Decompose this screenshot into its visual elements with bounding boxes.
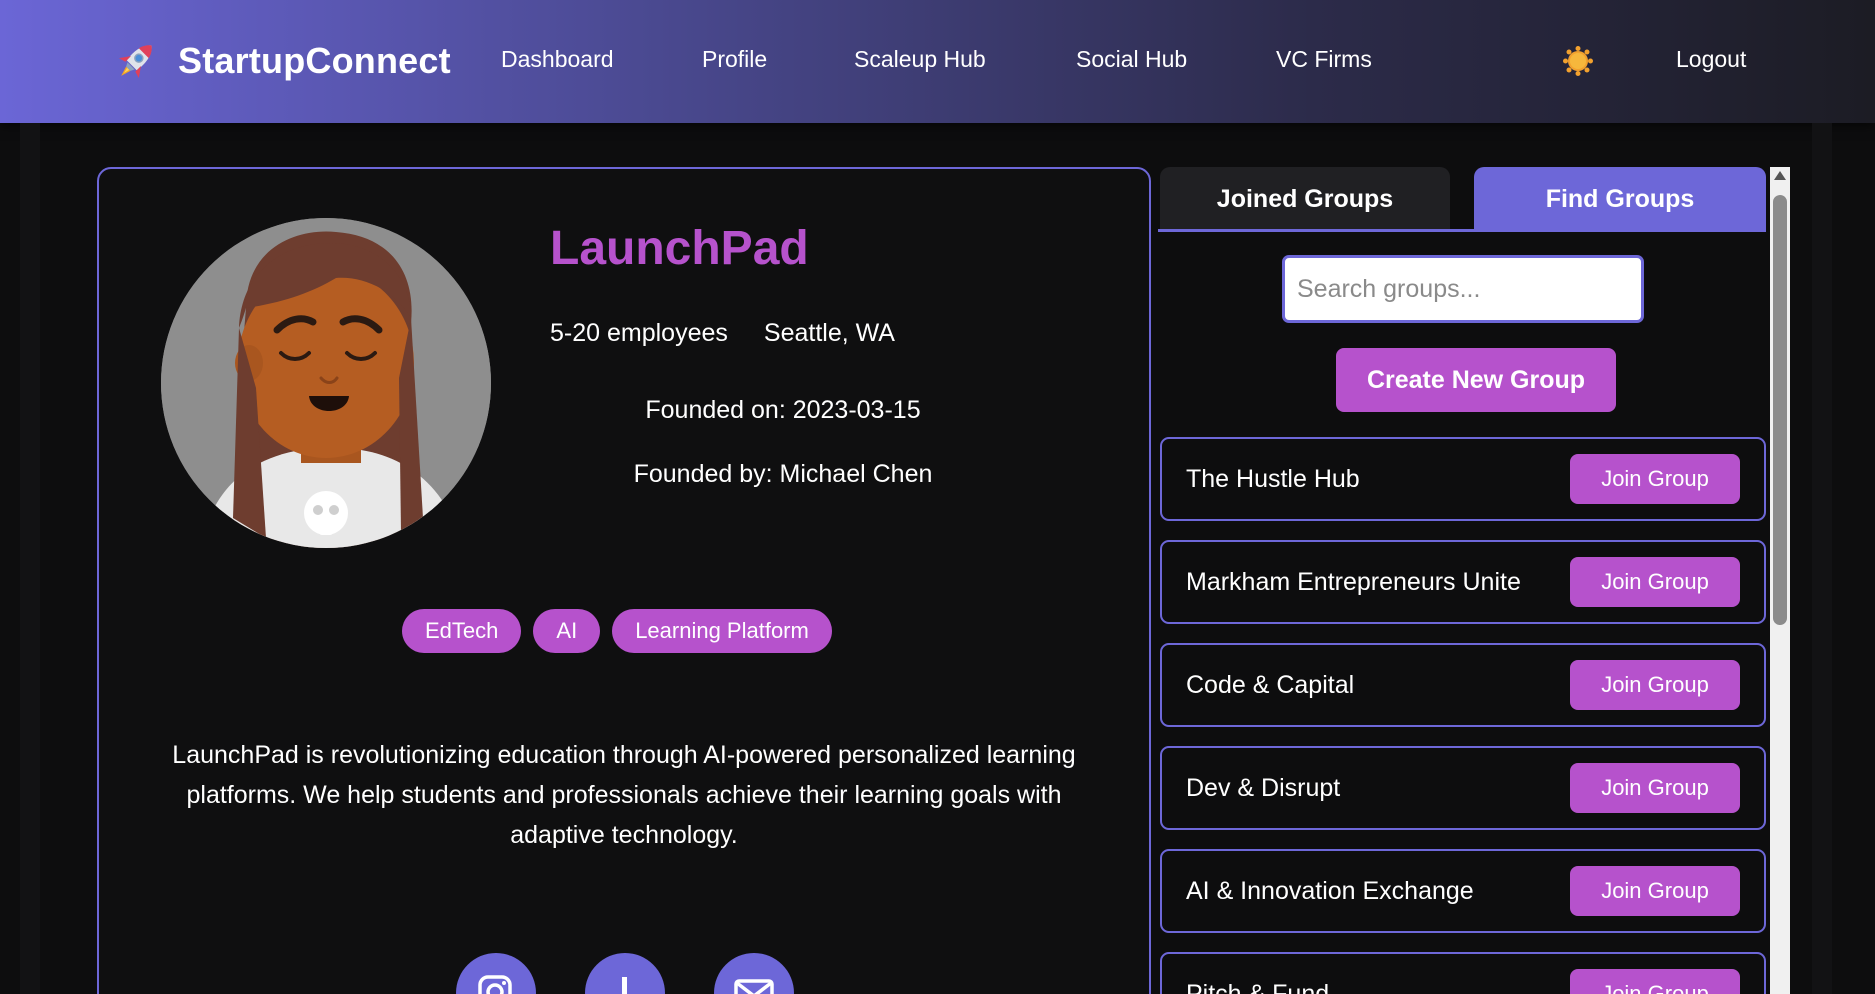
founder-name: Founded by: Michael Chen	[633, 460, 933, 488]
join-group-button[interactable]: Join Group	[1570, 866, 1740, 916]
group-name: Dev & Disrupt	[1186, 774, 1341, 802]
join-group-button[interactable]: Join Group	[1570, 557, 1740, 607]
group-row: Dev & Disrupt Join Group	[1160, 746, 1766, 830]
nav-link-dashboard[interactable]: Dashboard	[501, 46, 614, 73]
nav-link-social-hub[interactable]: Social Hub	[1076, 46, 1187, 73]
scroll-up-arrow-icon[interactable]	[1774, 171, 1786, 180]
groups-scrollbar[interactable]	[1770, 167, 1790, 994]
search-groups-input[interactable]	[1282, 255, 1644, 323]
tab-underline	[1158, 229, 1766, 232]
page-stripe	[1812, 123, 1832, 994]
sun-icon[interactable]	[1562, 45, 1594, 77]
linkedin-button[interactable]	[585, 953, 665, 994]
tab-find-groups[interactable]: Find Groups	[1474, 167, 1766, 231]
founded-date: Founded on: 2023-03-15	[645, 396, 921, 424]
instagram-button[interactable]	[456, 953, 536, 994]
group-name: Code & Capital	[1186, 671, 1355, 699]
employee-count: 5-20 employees	[550, 319, 728, 347]
brand[interactable]: StartupConnect	[110, 36, 451, 86]
groups-panel: Joined Groups Find Groups Create New Gro…	[1158, 167, 1790, 994]
logout-link[interactable]: Logout	[1676, 46, 1746, 73]
rocket-icon	[119, 45, 152, 78]
group-name: Pitch & Fund	[1186, 980, 1330, 994]
tag-edtech: EdTech	[402, 609, 522, 653]
company-avatar	[161, 218, 491, 548]
group-row: Pitch & Fund Join Group	[1160, 952, 1766, 994]
group-row: Code & Capital Join Group	[1160, 643, 1766, 727]
industry-tags: EdTech AI Learning Platform	[402, 609, 832, 653]
join-group-button[interactable]: Join Group	[1570, 454, 1740, 504]
nav-link-vc-firms[interactable]: VC Firms	[1276, 46, 1372, 73]
scrollbar-thumb[interactable]	[1773, 195, 1787, 625]
join-group-button[interactable]: Join Group	[1570, 660, 1740, 710]
join-group-button[interactable]: Join Group	[1570, 969, 1740, 994]
top-nav-bar: StartupConnect Dashboard Profile Scaleup…	[0, 0, 1875, 123]
group-name: Markham Entrepreneurs Unite	[1186, 568, 1521, 596]
linkedin-icon	[622, 977, 627, 994]
nav-link-profile[interactable]: Profile	[702, 46, 767, 73]
group-row: Markham Entrepreneurs Unite Join Group	[1160, 540, 1766, 624]
group-row: The Hustle Hub Join Group	[1160, 437, 1766, 521]
nav-link-scaleup-hub[interactable]: Scaleup Hub	[854, 46, 986, 73]
company-meta: 5-20 employees Seattle, WA	[550, 319, 895, 348]
brand-name: StartupConnect	[178, 40, 451, 81]
email-button[interactable]	[714, 953, 794, 994]
join-group-button[interactable]: Join Group	[1570, 763, 1740, 813]
company-description: LaunchPad is revolutionizing education t…	[172, 741, 1076, 849]
tag-ai: AI	[533, 609, 601, 653]
tag-learning-platform: Learning Platform	[612, 609, 832, 653]
page-stripe	[20, 123, 40, 994]
avatar-illustration	[161, 218, 491, 548]
email-icon	[734, 979, 774, 994]
instagram-icon	[478, 975, 512, 994]
tab-joined-groups[interactable]: Joined Groups	[1160, 167, 1450, 231]
group-name: The Hustle Hub	[1186, 465, 1360, 493]
company-profile-card: LaunchPad 5-20 employees Seattle, WA Fou…	[97, 167, 1151, 994]
create-new-group-button[interactable]: Create New Group	[1336, 348, 1616, 412]
company-location: Seattle, WA	[763, 319, 895, 347]
group-name: AI & Innovation Exchange	[1186, 877, 1474, 905]
company-name: LaunchPad	[550, 222, 809, 275]
group-row: AI & Innovation Exchange Join Group	[1160, 849, 1766, 933]
